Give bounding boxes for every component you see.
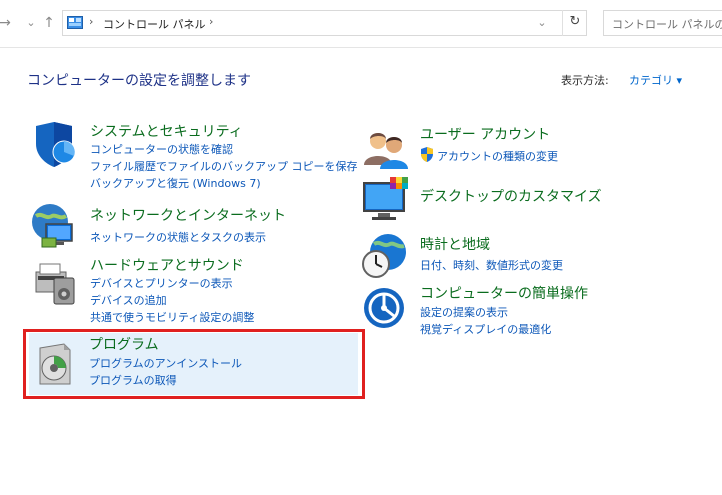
category-title-network-internet[interactable]: ネットワークとインターネット [90,205,286,225]
category-title-system-security[interactable]: システムとセキュリティ [90,121,243,141]
ease-of-access-icon [364,288,404,328]
forward-arrow-icon[interactable]: → [0,13,14,33]
category-title-desktop-customization[interactable]: デスクトップのカスタマイズ [420,186,602,206]
users-icon [364,133,408,169]
shield-icon [36,122,76,167]
view-by-label: 表示方法: [561,74,609,87]
page-title: コンピューターの設定を調整します [27,73,251,89]
uac-shield-icon [421,147,433,162]
link-add-device[interactable]: デバイスの追加 [90,292,167,308]
category-title-hardware-sound[interactable]: ハードウェアとサウンド [90,255,244,275]
link-change-account-type[interactable]: アカウントの種類の変更 [437,148,558,164]
link-date-time-format[interactable]: 日付、時刻、数値形式の変更 [420,257,563,273]
link-optimize-visual-display[interactable]: 視覚ディスプレイの最適化 [420,321,551,337]
link-suggested-settings[interactable]: 設定の提案の表示 [420,304,508,320]
address-bar[interactable]: › コントロール パネル › [62,10,587,36]
desktop-icon [363,177,408,220]
link-backup-restore[interactable]: バックアップと復元 (Windows 7) [90,175,261,191]
refresh-button[interactable]: ↻ [562,10,587,36]
navigation-bar: → ⌄ ↑ › コントロール パネル › ⌄ ↻ コントロール パネルの検 [0,0,722,48]
category-title-ease-of-access[interactable]: コンピューターの簡単操作 [420,283,588,303]
highlight-box [23,329,365,399]
up-arrow-icon[interactable]: ↑ [40,13,58,33]
breadcrumb-separator: › [89,15,94,28]
link-network-status[interactable]: ネットワークの状態とタスクの表示 [90,229,266,245]
link-devices-printers[interactable]: デバイスとプリンターの表示 [90,275,233,291]
address-dropdown-icon[interactable]: ⌄ [533,13,551,33]
view-by-dropdown[interactable]: カテゴリ ▾ [629,72,682,88]
link-file-history-backup[interactable]: ファイル履歴でファイルのバックアップ コピーを保存 [90,158,358,174]
link-mobility-settings[interactable]: 共通で使うモビリティ設定の調整 [90,309,254,325]
category-title-user-accounts[interactable]: ユーザー アカウント [420,124,550,144]
breadcrumb-separator[interactable]: › [209,15,213,28]
link-check-computer-status[interactable]: コンピューターの状態を確認 [90,141,233,157]
printer-icon [35,263,75,305]
refresh-icon: ↻ [569,14,581,29]
control-panel-icon [67,16,83,29]
search-input[interactable]: コントロール パネルの検 [603,10,722,36]
clock-globe-icon [362,234,406,278]
breadcrumb-control-panel[interactable]: コントロール パネル [103,16,206,32]
category-title-clock-region[interactable]: 時計と地域 [420,234,490,254]
recent-locations-icon[interactable]: ⌄ [22,13,40,33]
network-icon [32,204,73,248]
